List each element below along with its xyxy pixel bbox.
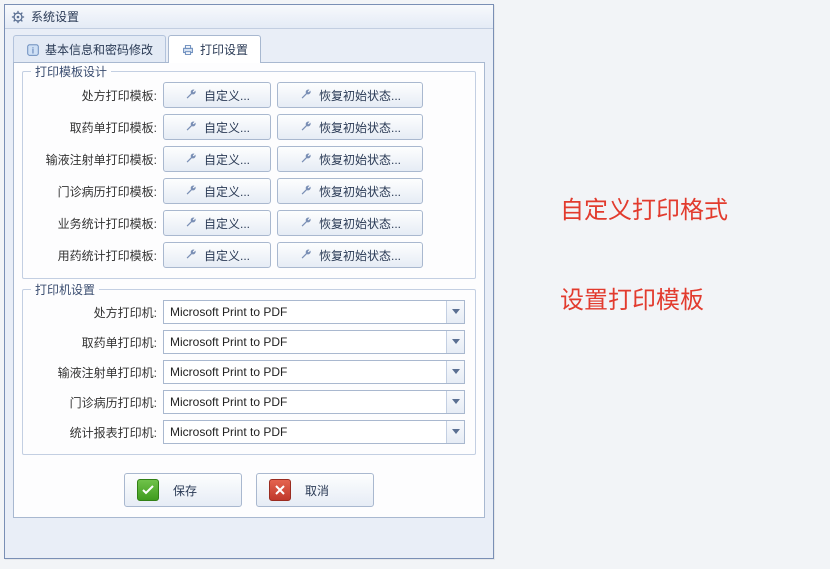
printer-group-title: 打印机设置 xyxy=(31,281,99,298)
tab-print-label: 打印设置 xyxy=(200,41,248,58)
row-label: 用药统计打印模板: xyxy=(33,247,163,264)
template-row: 处方打印模板: 自定义... 恢复初始状态... xyxy=(33,82,465,108)
save-label: 保存 xyxy=(173,482,197,499)
close-icon xyxy=(269,479,291,501)
row-label: 业务统计打印模板: xyxy=(33,215,163,232)
annotation-custom-format: 自定义打印格式 xyxy=(560,190,728,225)
restore-label: 恢复初始状态... xyxy=(319,183,401,200)
row-label: 输液注射单打印机: xyxy=(33,364,163,381)
printer-combo[interactable]: Microsoft Print to PDF xyxy=(163,360,465,384)
wrench-icon xyxy=(184,88,198,102)
row-label: 输液注射单打印模板: xyxy=(33,151,163,168)
chevron-down-icon[interactable] xyxy=(446,361,464,383)
row-label: 处方打印机: xyxy=(33,304,163,321)
wrench-icon xyxy=(299,216,313,230)
template-design-group: 打印模板设计 处方打印模板: 自定义... 恢复初始状态... 取药单打印模板:… xyxy=(22,71,476,279)
printer-row: 处方打印机: Microsoft Print to PDF xyxy=(33,300,465,324)
tab-print-settings[interactable]: 打印设置 xyxy=(168,35,261,63)
printer-row: 统计报表打印机: Microsoft Print to PDF xyxy=(33,420,465,444)
restore-label: 恢复初始状态... xyxy=(319,119,401,136)
restore-label: 恢复初始状态... xyxy=(319,247,401,264)
printer-row: 输液注射单打印机: Microsoft Print to PDF xyxy=(33,360,465,384)
customize-button[interactable]: 自定义... xyxy=(163,114,271,140)
svg-text:i: i xyxy=(32,45,34,55)
chevron-down-icon[interactable] xyxy=(446,331,464,353)
wrench-icon xyxy=(299,88,313,102)
customize-label: 自定义... xyxy=(204,151,250,168)
restore-button[interactable]: 恢复初始状态... xyxy=(277,82,423,108)
row-label: 门诊病历打印机: xyxy=(33,394,163,411)
tab-panel: 打印模板设计 处方打印模板: 自定义... 恢复初始状态... 取药单打印模板:… xyxy=(13,62,485,518)
combo-value: Microsoft Print to PDF xyxy=(164,391,446,413)
restore-button[interactable]: 恢复初始状态... xyxy=(277,178,423,204)
customize-label: 自定义... xyxy=(204,87,250,104)
combo-value: Microsoft Print to PDF xyxy=(164,421,446,443)
template-row: 用药统计打印模板: 自定义... 恢复初始状态... xyxy=(33,242,465,268)
combo-value: Microsoft Print to PDF xyxy=(164,361,446,383)
wrench-icon xyxy=(299,152,313,166)
template-group-title: 打印模板设计 xyxy=(31,63,111,80)
tab-basic-info[interactable]: i 基本信息和密码修改 xyxy=(13,35,166,63)
customize-label: 自定义... xyxy=(204,183,250,200)
chevron-down-icon[interactable] xyxy=(446,391,464,413)
row-label: 门诊病历打印模板: xyxy=(33,183,163,200)
printer-row: 门诊病历打印机: Microsoft Print to PDF xyxy=(33,390,465,414)
customize-label: 自定义... xyxy=(204,247,250,264)
tab-basic-label: 基本信息和密码修改 xyxy=(45,41,153,58)
combo-value: Microsoft Print to PDF xyxy=(164,331,446,353)
row-label: 处方打印模板: xyxy=(33,87,163,104)
chevron-down-icon[interactable] xyxy=(446,301,464,323)
restore-button[interactable]: 恢复初始状态... xyxy=(277,114,423,140)
wrench-icon xyxy=(299,120,313,134)
window-title: 系统设置 xyxy=(31,8,79,25)
restore-button[interactable]: 恢复初始状态... xyxy=(277,210,423,236)
restore-label: 恢复初始状态... xyxy=(319,87,401,104)
restore-button[interactable]: 恢复初始状态... xyxy=(277,242,423,268)
wrench-icon xyxy=(299,184,313,198)
printer-row: 取药单打印机: Microsoft Print to PDF xyxy=(33,330,465,354)
printer-icon xyxy=(181,43,195,57)
row-label: 取药单打印机: xyxy=(33,334,163,351)
titlebar: 系统设置 xyxy=(5,5,493,29)
wrench-icon xyxy=(184,152,198,166)
template-row: 输液注射单打印模板: 自定义... 恢复初始状态... xyxy=(33,146,465,172)
cancel-button[interactable]: 取消 xyxy=(256,473,374,507)
printer-combo[interactable]: Microsoft Print to PDF xyxy=(163,420,465,444)
wrench-icon xyxy=(184,120,198,134)
row-label: 统计报表打印机: xyxy=(33,424,163,441)
printer-combo[interactable]: Microsoft Print to PDF xyxy=(163,330,465,354)
customize-button[interactable]: 自定义... xyxy=(163,82,271,108)
customize-button[interactable]: 自定义... xyxy=(163,210,271,236)
restore-label: 恢复初始状态... xyxy=(319,215,401,232)
template-row: 业务统计打印模板: 自定义... 恢复初始状态... xyxy=(33,210,465,236)
settings-window: 系统设置 i 基本信息和密码修改 打印设置 打印模板设计 处方打印模板: 自定义… xyxy=(4,4,494,559)
tab-strip: i 基本信息和密码修改 打印设置 xyxy=(5,29,493,63)
customize-button[interactable]: 自定义... xyxy=(163,242,271,268)
chevron-down-icon[interactable] xyxy=(446,421,464,443)
printer-combo[interactable]: Microsoft Print to PDF xyxy=(163,390,465,414)
template-row: 取药单打印模板: 自定义... 恢复初始状态... xyxy=(33,114,465,140)
check-icon xyxy=(137,479,159,501)
combo-value: Microsoft Print to PDF xyxy=(164,301,446,323)
dialog-footer: 保存 取消 xyxy=(22,465,476,509)
customize-button[interactable]: 自定义... xyxy=(163,178,271,204)
wrench-icon xyxy=(299,248,313,262)
restore-label: 恢复初始状态... xyxy=(319,151,401,168)
gear-icon xyxy=(11,10,25,24)
customize-button[interactable]: 自定义... xyxy=(163,146,271,172)
wrench-icon xyxy=(184,216,198,230)
info-icon: i xyxy=(26,43,40,57)
cancel-label: 取消 xyxy=(305,482,329,499)
save-button[interactable]: 保存 xyxy=(124,473,242,507)
annotation-set-template: 设置打印模板 xyxy=(560,280,704,315)
customize-label: 自定义... xyxy=(204,215,250,232)
wrench-icon xyxy=(184,184,198,198)
printer-settings-group: 打印机设置 处方打印机: Microsoft Print to PDF 取药单打… xyxy=(22,289,476,455)
row-label: 取药单打印模板: xyxy=(33,119,163,136)
printer-combo[interactable]: Microsoft Print to PDF xyxy=(163,300,465,324)
customize-label: 自定义... xyxy=(204,119,250,136)
template-row: 门诊病历打印模板: 自定义... 恢复初始状态... xyxy=(33,178,465,204)
restore-button[interactable]: 恢复初始状态... xyxy=(277,146,423,172)
wrench-icon xyxy=(184,248,198,262)
